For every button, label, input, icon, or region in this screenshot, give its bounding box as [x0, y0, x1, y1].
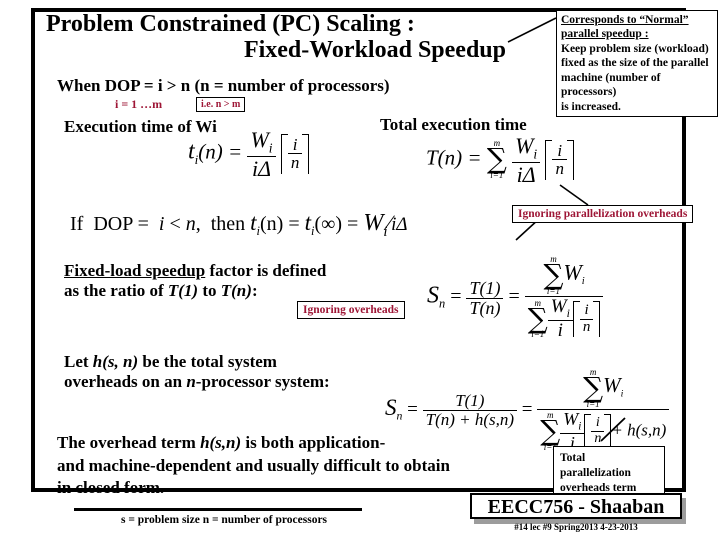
- callout-ignoring-overheads: Ignoring overheads: [297, 301, 405, 319]
- if-dop-tinf: (∞) =: [314, 213, 359, 235]
- ceil-num-2: i: [552, 141, 567, 161]
- formula-ti-ceiling: i n: [280, 133, 310, 175]
- formula-Sn-T1: T(1): [466, 278, 504, 299]
- formula-Sn-eq2: =: [508, 285, 520, 308]
- formula-T-num: Wi: [512, 134, 541, 163]
- if-dop-tn: (n) =: [260, 213, 300, 235]
- bottom-rule: [74, 508, 362, 511]
- let-h-paragraph: Let h(s, n) be the total system overhead…: [64, 352, 330, 393]
- formula-Sn-Tn: T(n): [469, 297, 501, 318]
- formula-T-ceiling: i n: [545, 139, 574, 181]
- callout-body-line-3: machine (number of processors): [561, 71, 661, 99]
- dop-index-range: i = 1 …m: [115, 97, 163, 111]
- ceil-num: i: [287, 135, 303, 155]
- overhead-line-2: and machine-dependent and usually diffic…: [57, 455, 450, 475]
- ceil-den: n: [290, 153, 300, 173]
- sum-sigma: ∑: [486, 142, 507, 176]
- formula-Sn-no-overheads: Sn = T(1) T(n) = m ∑ i=1 Wi m ∑ i=1 Wi i i…: [427, 255, 604, 341]
- let-h-line-1: Let h(s, n) be the total system: [64, 352, 277, 371]
- fixed-load-rest: factor is defined: [205, 261, 327, 280]
- ceil-den-2: n: [555, 159, 564, 179]
- callout-title-line-1: Corresponds to “Normal”: [561, 14, 689, 26]
- callout-ignoring-parallelization: Ignoring parallelization overheads: [512, 205, 694, 223]
- formula-T-sum: m ∑ i=1: [487, 139, 507, 180]
- page-title: Problem Constrained (PC) Scaling : Fixed…: [46, 11, 506, 64]
- dop-condition-line: When DOP = i > n (n = number of processo…: [57, 76, 390, 96]
- fixed-load-line-1: Fixed-load speedup factor is defined: [64, 261, 326, 281]
- footer-course-box: EECC756 - Shaaban: [470, 493, 682, 519]
- formula-if-dop: If DOP = i < n, then ti(n) = ti(∞) = Wi∕…: [70, 210, 408, 240]
- title-line-2: Fixed-Workload Speedup: [243, 36, 506, 63]
- formula-Sn-lhs: S: [427, 282, 439, 309]
- formula-ti-den: iΔ: [252, 155, 272, 181]
- formula-Sn-denominator: m ∑ i=1 Wi i i n: [525, 296, 604, 341]
- bottom-note: s = problem size n = number of processor…: [120, 514, 328, 526]
- fixed-load-heading: Fixed-load speedup: [64, 261, 206, 280]
- formula-Sn2-numerator: m ∑ i=1 Wi: [537, 368, 670, 410]
- overhead-line-1: The overhead term h(s,n) is both applica…: [57, 433, 386, 452]
- dop-note-box: i.e. n > m: [196, 97, 246, 112]
- formula-ti-n: t i (n) = Wi iΔ i n: [188, 128, 309, 180]
- formula-Sn2-lhs: S: [385, 394, 397, 420]
- formula-ti-lhs: t: [188, 138, 195, 165]
- total-overheads-line-1: Total parallelization: [560, 452, 631, 479]
- formula-Sn2-eq1: =: [407, 398, 418, 420]
- callout-normal-speedup: Corresponds to “Normal” parallel speedup…: [556, 10, 718, 118]
- title-line-1: Problem Constrained (PC) Scaling :: [46, 11, 415, 37]
- callout-body-line-2: fixed as the size of the parallel: [561, 57, 709, 70]
- formula-Sn-sub: n: [439, 296, 446, 311]
- let-h-line-2: overheads on an n-processor system:: [64, 372, 330, 392]
- fixed-load-paragraph: Fixed-load speedup factor is defined as …: [64, 261, 326, 302]
- formula-ti-num: Wi: [247, 128, 276, 157]
- formula-T-den: iΔ: [516, 161, 536, 187]
- callout-title-line-2: parallel speedup :: [561, 28, 649, 41]
- footer-meta: #14 lec #9 Spring2013 4-23-2013: [514, 522, 638, 532]
- formula-T-n: T(n) = m ∑ i=1 Wi iΔ i n: [426, 134, 574, 186]
- formula-Sn-eq1: =: [450, 285, 462, 308]
- if-dop-rhs: Wi: [363, 210, 388, 240]
- formula-Sn2-Tn-h: T(n) + h(s,n): [425, 410, 515, 430]
- if-dop-rhs-den: iΔ: [391, 214, 408, 235]
- total-execution-time-label: Total execution time: [380, 115, 527, 134]
- formula-Sn2-sub: n: [396, 409, 403, 423]
- dop-condition-text: When DOP = i > n (n = number of processo…: [57, 76, 390, 95]
- formula-Sn-numerator: m ∑ i=1 Wi: [524, 255, 604, 297]
- callout-body-line-1: Keep problem size (workload): [561, 42, 709, 55]
- formula-Sn2-T1: T(1): [422, 392, 518, 412]
- overhead-term-paragraph: The overhead term h(s,n) is both applica…: [57, 432, 450, 500]
- formula-Sn2-plus-h: + h(s,n): [611, 420, 667, 440]
- callout-body-line-4: is increased.: [561, 100, 621, 113]
- formula-ti-arg: (n) =: [198, 139, 243, 164]
- if-dop-text: If DOP = i < n, then: [70, 213, 246, 235]
- overhead-line-3: in closed form.: [57, 478, 165, 498]
- slide-canvas: Problem Constrained (PC) Scaling : Fixed…: [0, 0, 720, 540]
- fixed-load-line-2: as the ratio of T(1) to T(n):: [64, 281, 258, 301]
- formula-T-lhs: T(n) =: [426, 145, 482, 170]
- formula-Sn2-eq2: =: [521, 398, 533, 420]
